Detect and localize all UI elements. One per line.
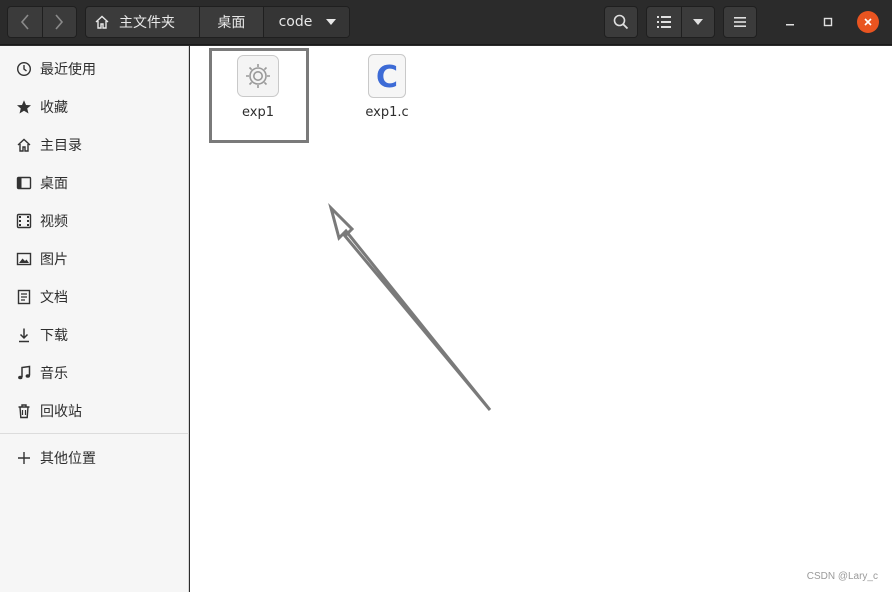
film-icon bbox=[16, 213, 32, 229]
sidebar-item-label: 最近使用 bbox=[40, 62, 96, 78]
music-icon bbox=[16, 365, 32, 381]
sidebar: 最近使用 收藏 主目录 桌面 视频 图片 文档 下载 音乐 回收站 其他位置 bbox=[0, 46, 189, 592]
file-view[interactable]: exp1 C exp1.c CSDN @Lary_c bbox=[190, 46, 892, 592]
sidebar-item-label: 文档 bbox=[40, 290, 68, 306]
close-icon bbox=[864, 18, 872, 26]
sidebar-item-desktop[interactable]: 桌面 bbox=[0, 164, 189, 202]
sidebar-item-label: 回收站 bbox=[40, 404, 82, 420]
star-icon bbox=[16, 99, 32, 115]
sidebar-item-label: 视频 bbox=[40, 214, 68, 230]
document-icon bbox=[16, 289, 32, 305]
menu-button[interactable] bbox=[723, 6, 757, 38]
breadcrumb-desktop-label: 桌面 bbox=[217, 15, 246, 31]
sidebar-item-pictures[interactable]: 图片 bbox=[0, 240, 189, 278]
caret-down-icon bbox=[692, 19, 703, 25]
sidebar-item-label: 其他位置 bbox=[40, 451, 96, 467]
view-options-button[interactable] bbox=[680, 7, 715, 37]
breadcrumb-current[interactable]: code bbox=[262, 7, 349, 37]
search-button[interactable] bbox=[604, 6, 638, 38]
sidebar-item-videos[interactable]: 视频 bbox=[0, 202, 189, 240]
list-view-button[interactable] bbox=[647, 7, 681, 37]
breadcrumb-current-label: code bbox=[278, 14, 313, 30]
breadcrumb-home-label: 主文件夹 bbox=[119, 15, 175, 31]
home-icon bbox=[95, 15, 109, 29]
breadcrumb-desktop[interactable]: 桌面 bbox=[199, 7, 262, 37]
navigation-buttons bbox=[7, 6, 77, 38]
breadcrumb: 主文件夹 桌面 code bbox=[85, 6, 350, 38]
trash-icon bbox=[16, 403, 32, 419]
sidebar-item-label: 桌面 bbox=[40, 176, 68, 192]
plus-icon bbox=[16, 450, 32, 466]
forward-button[interactable] bbox=[41, 7, 76, 37]
download-icon bbox=[16, 327, 32, 343]
chevron-left-icon bbox=[20, 14, 29, 30]
sidebar-item-label: 音乐 bbox=[40, 366, 68, 382]
list-view-icon bbox=[656, 16, 671, 28]
home-icon bbox=[16, 137, 32, 153]
caret-down-icon bbox=[326, 19, 337, 25]
clock-icon bbox=[16, 61, 32, 77]
image-icon bbox=[16, 251, 32, 267]
sidebar-item-other-locations[interactable]: 其他位置 bbox=[0, 439, 189, 477]
sidebar-item-recent[interactable]: 最近使用 bbox=[0, 50, 189, 88]
sidebar-item-starred[interactable]: 收藏 bbox=[0, 88, 189, 126]
search-icon bbox=[613, 14, 629, 30]
sidebar-divider bbox=[0, 433, 189, 434]
hamburger-menu-icon bbox=[734, 17, 746, 27]
back-button[interactable] bbox=[8, 7, 42, 37]
maximize-button[interactable] bbox=[817, 11, 839, 33]
sidebar-item-label: 下载 bbox=[40, 328, 68, 344]
sidebar-item-downloads[interactable]: 下载 bbox=[0, 316, 189, 354]
watermark: CSDN @Lary_c bbox=[806, 571, 878, 582]
minimize-button[interactable] bbox=[779, 11, 801, 33]
view-toggle-group bbox=[646, 6, 715, 38]
header-bar: 主文件夹 桌面 code bbox=[0, 0, 892, 45]
minimize-icon bbox=[786, 24, 794, 26]
sidebar-item-home[interactable]: 主目录 bbox=[0, 126, 189, 164]
sidebar-item-documents[interactable]: 文档 bbox=[0, 278, 189, 316]
sidebar-item-trash[interactable]: 回收站 bbox=[0, 392, 189, 430]
sidebar-item-label: 收藏 bbox=[40, 100, 68, 116]
breadcrumb-home[interactable]: 主文件夹 bbox=[86, 7, 199, 37]
chevron-right-icon bbox=[55, 14, 64, 30]
sidebar-item-music[interactable]: 音乐 bbox=[0, 354, 189, 392]
maximize-icon bbox=[823, 17, 833, 27]
sidebar-item-label: 主目录 bbox=[40, 138, 82, 154]
desktop-icon bbox=[16, 175, 32, 191]
annotation-arrow bbox=[328, 202, 492, 411]
sidebar-item-label: 图片 bbox=[40, 252, 68, 268]
close-button[interactable] bbox=[857, 11, 879, 33]
